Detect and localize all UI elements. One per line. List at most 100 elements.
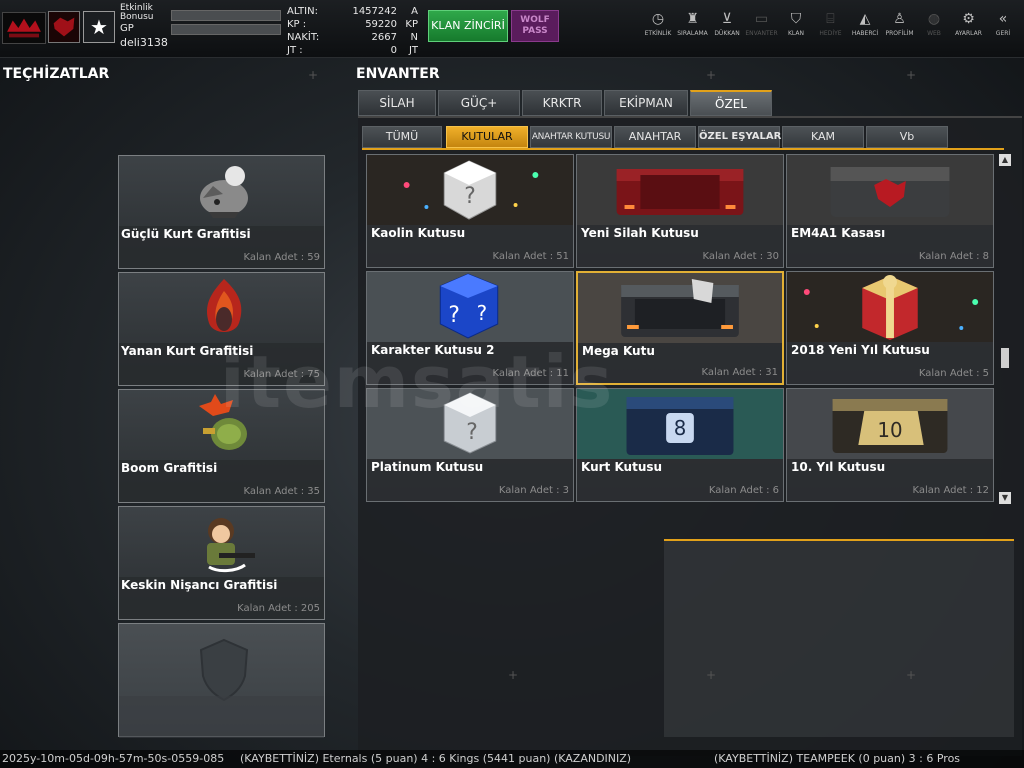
nav-back-chevron[interactable]: « GERİ (985, 8, 1021, 48)
item-name: Kaolin Kutusu (371, 226, 466, 240)
equipment-header: TEÇHİZATLAR (3, 66, 110, 82)
currency-value: 1457242 (352, 6, 397, 17)
tab-guc[interactable]: GÜÇ+ (438, 90, 520, 116)
nav-label: GERİ (995, 30, 1011, 37)
game-logo (2, 12, 46, 44)
item-name: Yeni Silah Kutusu (581, 226, 699, 240)
currency-row-kp: KP : 59220 KP (285, 19, 421, 31)
megaphone-icon: ◭ (859, 11, 871, 27)
gp-bar (171, 24, 281, 35)
item-count: Kalan Adet : 8 (918, 251, 989, 262)
wolf-pass-button[interactable]: WOLF PASS (511, 10, 559, 42)
tab-vb[interactable]: Vb (866, 126, 948, 148)
equipment-slot[interactable]: Güçlü Kurt Grafitisi Kalan Adet : 59 (118, 155, 325, 269)
nav-label: AYARLAR (955, 30, 982, 37)
scroll-thumb[interactable] (1001, 348, 1009, 368)
tab-anahtar-kutusu[interactable]: ANAHTAR KUTUSU (530, 126, 612, 148)
tab-ozel[interactable]: ÖZEL (690, 90, 772, 116)
item-name: Mega Kutu (582, 344, 655, 358)
scroll-down-arrow-icon[interactable]: ▼ (999, 492, 1011, 504)
inventory-item[interactable]: ?? Karakter Kutusu 2 Kalan Adet : 11 (366, 271, 574, 385)
equipment-slot[interactable]: Keskin Nişancı Grafitisi Kalan Adet : 20… (118, 506, 325, 620)
tab-krktr[interactable]: KRKTR (522, 90, 602, 116)
item-grid-scrollbar[interactable]: ▲ ▼ (999, 154, 1011, 504)
inventory-item[interactable]: Yeni Silah Kutusu Kalan Adet : 30 (576, 154, 784, 268)
equipment-name: Boom Grafitisi (121, 461, 218, 475)
nav-rank-medal[interactable]: ♜ SIRALAMA (675, 8, 711, 48)
nav-gift[interactable]: ⌸ HEDİYE (813, 8, 849, 48)
nav-label: DÜKKAN (714, 30, 740, 37)
equipment-slot[interactable]: Yanan Kurt Grafitisi Kalan Adet : 75 (118, 272, 325, 386)
rank-star-icon[interactable]: ★ (83, 11, 115, 43)
nav-label: ETKİNLİK (644, 30, 672, 37)
nav-cart[interactable]: ⊻ DÜKKAN (709, 8, 745, 48)
ticker-timestamp: 2025y-10m-05d-09h-57m-50s-0559-085 (2, 752, 225, 765)
nav-label: SIRALAMA (677, 30, 708, 37)
inventory-icon: ▭ (754, 11, 769, 27)
tab-silah[interactable]: SİLAH (358, 90, 436, 116)
inventory-item[interactable]: EM4A1 Kasası Kalan Adet : 8 (786, 154, 994, 268)
item-detail-box (664, 539, 1014, 737)
tab-ekipman[interactable]: EKİPMAN (604, 90, 688, 116)
sub-tabs-underline (362, 148, 1004, 150)
crate-gold-box-icon: 10 (787, 389, 993, 459)
item-name: Platinum Kutusu (371, 460, 484, 474)
item-count: Kalan Adet : 3 (498, 485, 569, 496)
currency-value: 2667 (371, 32, 397, 43)
nav-gear[interactable]: ⚙ AYARLAR (951, 8, 987, 48)
match-ticker: 2025y-10m-05d-09h-57m-50s-0559-085 (KAYB… (0, 750, 1024, 768)
nav-profile[interactable]: ♙ PROFİLİM (882, 8, 918, 48)
equipment-name: Keskin Nişancı Grafitisi (121, 578, 278, 592)
svg-text:10: 10 (877, 419, 902, 442)
equipment-count: Kalan Adet : 205 (237, 603, 320, 614)
nav-inventory[interactable]: ▭ ENVANTER (744, 8, 780, 48)
item-grid: ? Kaolin Kutusu Kalan Adet : 51 Yeni Silah … (366, 154, 996, 504)
equipment-count: Kalan Adet : 35 (243, 486, 320, 497)
nav-globe[interactable]: ◍ WEB (916, 8, 952, 48)
clan-emblem[interactable] (48, 11, 80, 43)
inventory-item-selected[interactable]: Mega Kutu Kalan Adet : 31 (576, 271, 784, 385)
stopwatch-icon: ◷ (651, 11, 665, 27)
tab-ozel-esyalar[interactable]: ÖZEL EŞYALAR (698, 126, 781, 148)
crate-steel-box-icon (578, 273, 782, 343)
tab-kutular[interactable]: KUTULAR (446, 126, 528, 148)
svg-text:?: ? (464, 184, 476, 209)
currency-row-altin: ALTIN: 1457242 A (285, 6, 421, 18)
equipment-count: Kalan Adet : 75 (243, 369, 320, 380)
sniper-graffiti-icon (189, 509, 259, 577)
svg-text:?: ? (448, 303, 460, 328)
gp-label: GP (120, 23, 134, 34)
currency-label: JT : (287, 45, 303, 56)
rank-medal-icon: ♜ (686, 11, 699, 27)
inventory-item[interactable]: 10 10. Yıl Kutusu Kalan Adet : 12 (786, 388, 994, 502)
equipment-name: Yanan Kurt Grafitisi (121, 344, 254, 358)
inventory-item[interactable]: 2018 Yeni Yıl Kutusu Kalan Adet : 5 (786, 271, 994, 385)
tab-anahtar[interactable]: ANAHTAR (614, 126, 696, 148)
nav-clan-shield[interactable]: ⛉ KLAN (778, 8, 814, 48)
inventory-item[interactable]: ? Kaolin Kutusu Kalan Adet : 51 (366, 154, 574, 268)
currency-label: KP : (287, 19, 307, 30)
inventory-item[interactable]: 8 Kurt Kutusu Kalan Adet : 6 (576, 388, 784, 502)
gift-box-box-icon (787, 272, 993, 342)
equipment-name: Güçlü Kurt Grafitisi (121, 227, 251, 241)
nav-label: ENVANTER (745, 30, 778, 37)
top-bar: ★ Etkinlik Bonusu GP deli3138 ALTIN: 145… (0, 0, 1024, 58)
wolf-graffiti-icon (189, 158, 259, 226)
item-name: Karakter Kutusu 2 (371, 343, 495, 357)
tab-tumu[interactable]: TÜMÜ (362, 126, 442, 148)
item-count: Kalan Adet : 6 (708, 485, 779, 496)
equipment-slot-empty[interactable] (118, 623, 325, 738)
tab-kam[interactable]: KAM (782, 126, 864, 148)
nav-megaphone[interactable]: ◭ HABERCİ (847, 8, 883, 48)
nav-stopwatch[interactable]: ◷ ETKİNLİK (640, 8, 676, 48)
nav-label: HABERCİ (851, 30, 879, 37)
inventory-header: ENVANTER (356, 66, 440, 82)
equipment-slot[interactable]: Boom Grafitisi Kalan Adet : 35 (118, 389, 325, 503)
cart-icon: ⊻ (721, 11, 733, 27)
inventory-item[interactable]: ? Platinum Kutusu Kalan Adet : 3 (366, 388, 574, 502)
item-count: Kalan Adet : 51 (492, 251, 569, 262)
nav-label: HEDİYE (819, 30, 842, 37)
scroll-up-arrow-icon[interactable]: ▲ (999, 154, 1011, 166)
clan-chain-button[interactable]: KLAN ZİNCİRİ (428, 10, 508, 42)
nav-label: KLAN (787, 30, 804, 37)
